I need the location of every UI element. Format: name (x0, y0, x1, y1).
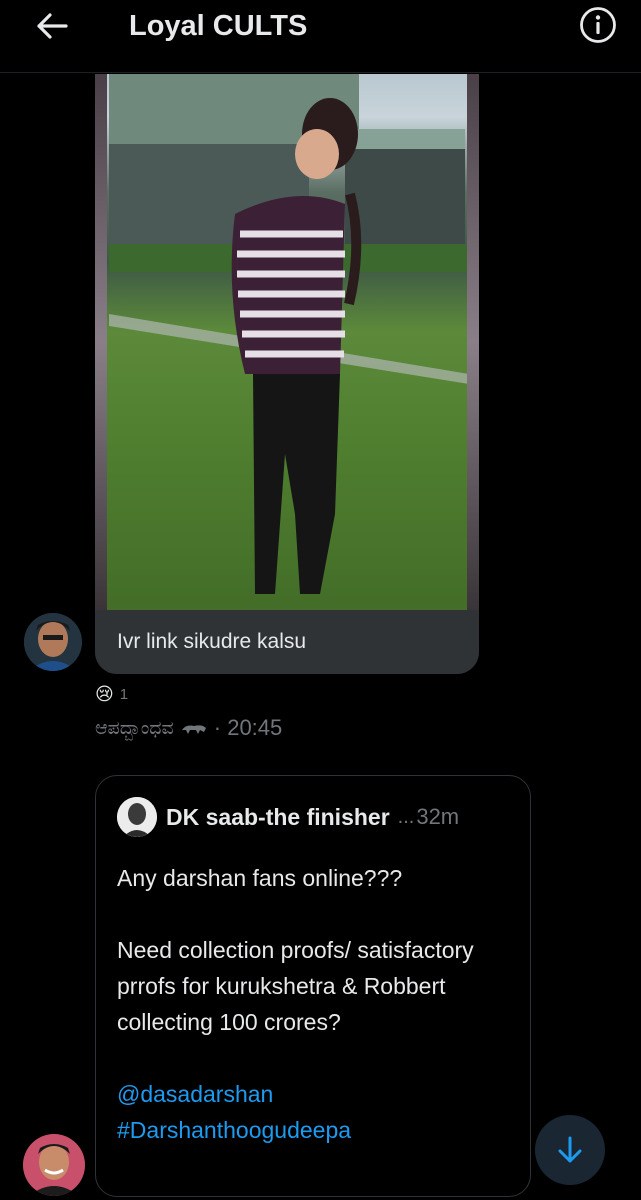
conversation-header: Loyal CULTS (0, 0, 641, 73)
sender-avatar[interactable] (24, 613, 82, 671)
tweet-text-line: Any darshan fans online??? (117, 865, 403, 891)
message-meta: ಆಪದ್ಬಾಂಧವ · 20:45 (95, 714, 282, 742)
sender-avatar[interactable] (23, 1134, 85, 1196)
message-caption: Ivr link sikudre kalsu (95, 610, 479, 674)
scroll-to-bottom-button[interactable] (535, 1115, 605, 1185)
reaction-count: 1 (119, 685, 129, 703)
shared-tweet-card[interactable]: DK saab-the finisher ... 32m Any darshan… (95, 775, 531, 1197)
crying-face-icon: 😢 (95, 684, 114, 704)
info-icon (580, 7, 616, 43)
arrow-left-icon (37, 13, 68, 39)
tweet-name-ellipsis: ... (397, 805, 415, 828)
message-reaction[interactable]: 😢 1 (95, 682, 128, 706)
panther-emoji-icon (181, 725, 206, 734)
message-time: · 20:45 (213, 715, 283, 740)
back-button[interactable] (30, 8, 74, 44)
tweet-age: 32m (416, 804, 460, 829)
sender-name: ಆಪದ್ಬಾಂಧವ (95, 717, 174, 739)
tweet-body: Any darshan fans online??? Need collecti… (117, 860, 527, 1148)
tweet-header: DK saab-the finisher ... 32m (117, 797, 517, 837)
message-text: Ivr link sikudre kalsu (117, 630, 307, 653)
conversation-title[interactable]: Loyal CULTS (129, 6, 307, 46)
tweet-author-avatar[interactable] (117, 797, 157, 837)
media-message[interactable]: Ivr link sikudre kalsu (95, 74, 479, 674)
tweet-text-line: Need collection proofs/ satisfactory prr… (117, 937, 474, 1035)
mention-link[interactable]: @dasadarshan (117, 1076, 527, 1112)
info-button[interactable] (579, 6, 617, 44)
hashtag-link[interactable]: #Darshanthoogudeepa (117, 1112, 527, 1148)
message-photo[interactable] (95, 74, 479, 610)
arrow-down-icon (558, 1136, 582, 1163)
tweet-author-name[interactable]: DK saab-the finisher (166, 804, 390, 831)
